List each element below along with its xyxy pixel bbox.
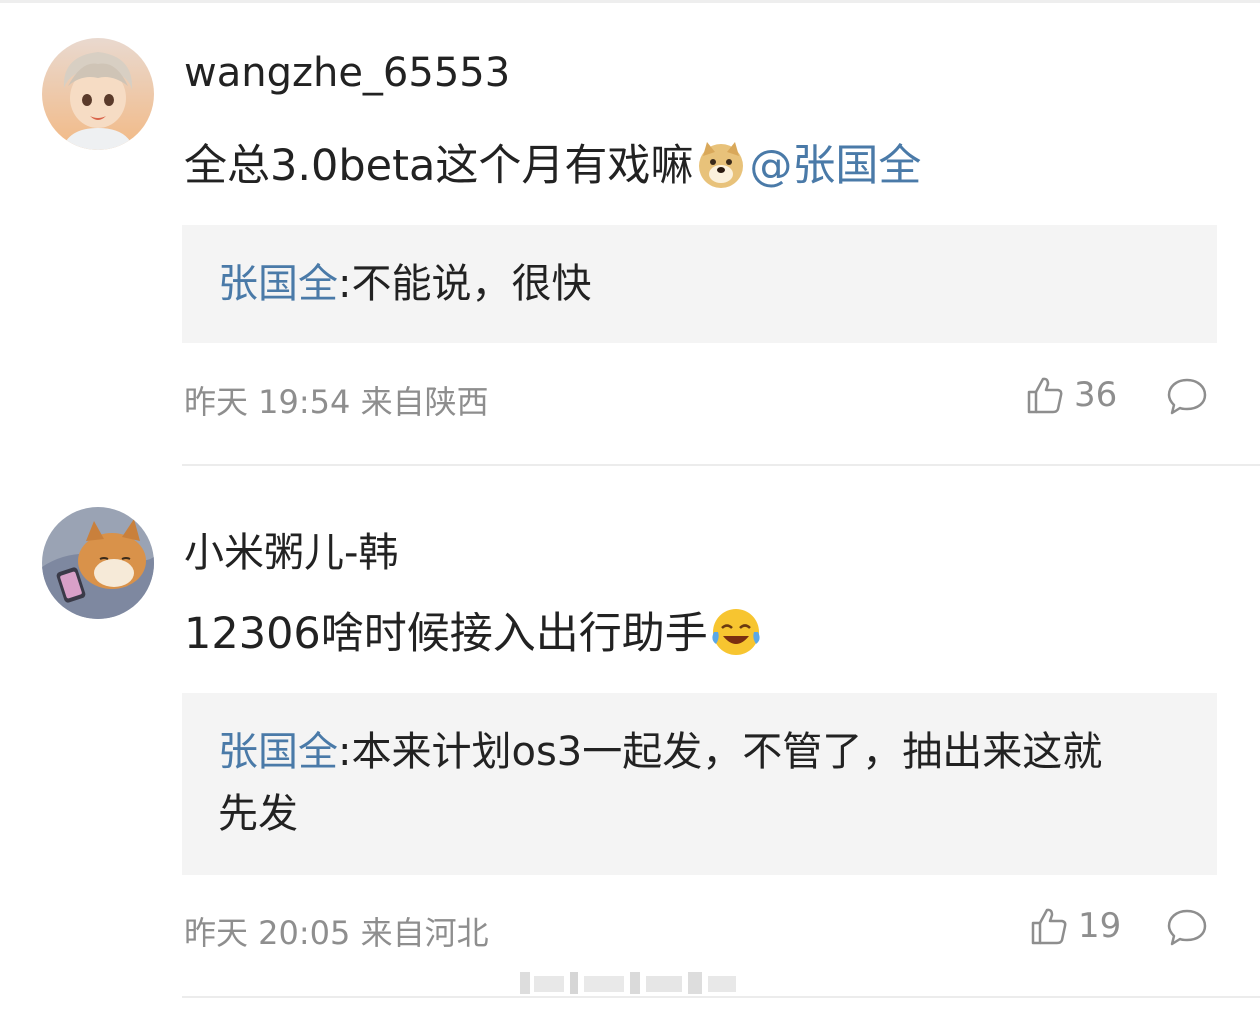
reply-content-line2: 先发 — [218, 791, 298, 837]
comment-location: 来自河北 — [360, 914, 489, 952]
username[interactable]: wangzhe_65553 — [184, 50, 510, 96]
comment-text: 全总3.0beta这个月有戏嘛 @张国全 — [184, 138, 921, 194]
reply-box[interactable]: 张国全:不能说，很快 — [182, 225, 1217, 343]
comment-reply-icon[interactable] — [1166, 908, 1208, 948]
reply-text: 张国全:不能说，很快 — [218, 253, 1181, 315]
like-button[interactable]: 36 — [1026, 375, 1117, 415]
reply-box[interactable]: 张国全:本来计划os3一起发，不管了，抽出来这就 先发 — [182, 693, 1217, 875]
username[interactable]: 小米粥儿-韩 — [184, 520, 398, 578]
comment-text: 12306啥时候接入出行助手 — [184, 606, 764, 662]
reply-content: 本来计划os3一起发，不管了，抽出来这就 — [351, 729, 1103, 775]
reply-separator: : — [338, 729, 352, 775]
comment-time: 昨天 19:54 — [184, 383, 351, 421]
laugh-cry-emoji-icon — [712, 608, 760, 655]
avatar-anime-boy-image — [42, 38, 154, 150]
avatar[interactable] — [42, 507, 154, 619]
comment-meta: 昨天 20:05 来自河北 — [184, 908, 489, 954]
comment-location: 来自陕西 — [360, 383, 489, 421]
like-count: 19 — [1078, 906, 1122, 946]
reply-content: 不能说，很快 — [351, 261, 592, 307]
reply-separator: : — [338, 261, 352, 307]
thumbs-up-icon — [1027, 377, 1063, 414]
reply-author-link[interactable]: 张国全 — [218, 261, 338, 307]
reply-author-link[interactable]: 张国全 — [218, 729, 338, 775]
comment-time: 昨天 20:05 — [184, 914, 351, 952]
like-button[interactable]: 19 — [1030, 906, 1121, 946]
avatar-shiba-image — [42, 507, 154, 619]
comment-reply-icon[interactable] — [1166, 377, 1208, 417]
mention-link[interactable]: @张国全 — [749, 141, 921, 191]
doge-emoji-icon — [699, 141, 744, 188]
reply-text: 张国全:本来计划os3一起发，不管了，抽出来这就 先发 — [218, 721, 1181, 845]
comment-text-content: 12306啥时候接入出行助手 — [184, 609, 708, 659]
comment-meta: 昨天 19:54 来自陕西 — [184, 377, 489, 423]
comment-text-content: 全总3.0beta这个月有戏嘛 — [184, 141, 694, 191]
avatar[interactable] — [42, 38, 154, 150]
watermark-icon — [520, 972, 736, 994]
like-count: 36 — [1074, 375, 1118, 415]
top-divider — [0, 0, 1260, 3]
thumbs-up-icon — [1031, 908, 1067, 945]
comment-divider — [182, 464, 1260, 466]
